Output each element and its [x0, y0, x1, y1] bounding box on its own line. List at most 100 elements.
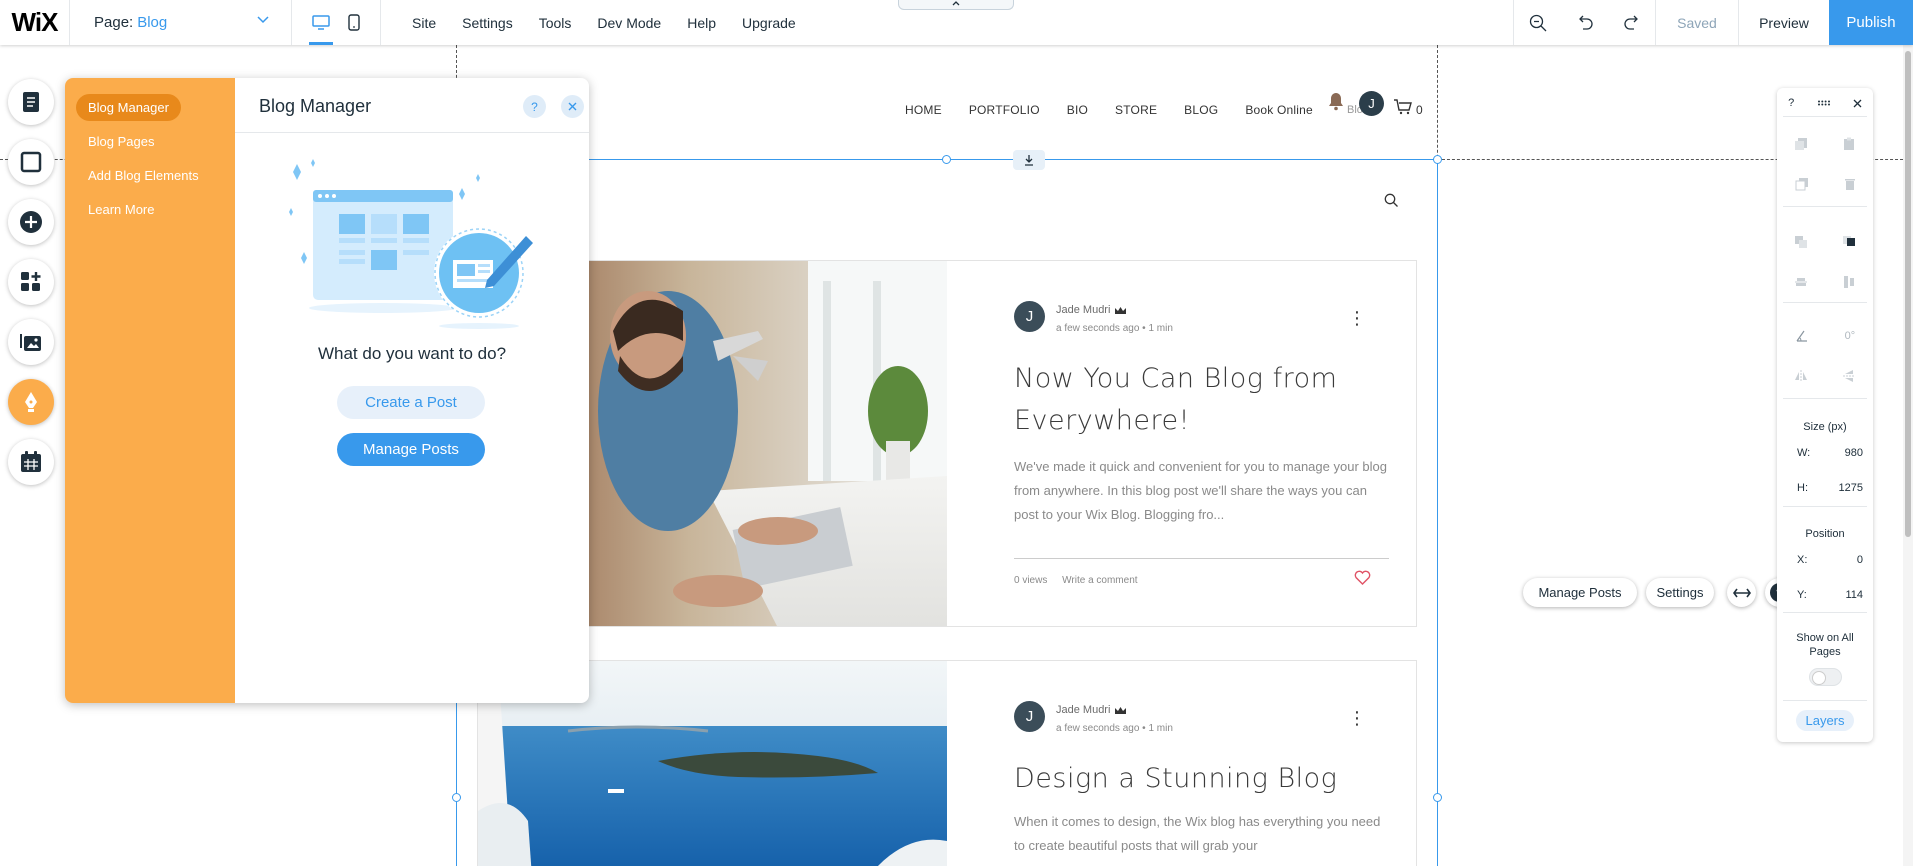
post-excerpt: We've made it quick and convenient for y… [1014, 459, 1387, 522]
width-value[interactable]: 980 [1845, 447, 1863, 459]
y-field[interactable]: Y: 114 [1797, 589, 1863, 601]
copy-icon[interactable] [1794, 137, 1808, 151]
more-options-icon[interactable]: ⋮ [1348, 309, 1366, 327]
add-elements-button[interactable] [8, 199, 54, 245]
redo-button[interactable] [1608, 0, 1655, 45]
height-field[interactable]: H: 1275 [1797, 482, 1863, 494]
pen-nib-icon [25, 392, 37, 412]
delete-icon[interactable] [1844, 177, 1856, 191]
properties-help-button[interactable]: ? [1788, 97, 1794, 109]
align-center-icon[interactable] [1794, 275, 1808, 289]
site-nav-blog[interactable]: BLOG [1184, 103, 1218, 117]
flip-horizontal-icon[interactable] [1794, 369, 1808, 383]
author-avatar[interactable]: J [1014, 301, 1045, 332]
author-avatar[interactable]: J [1014, 701, 1045, 732]
site-nav-portfolio[interactable]: PORTFOLIO [969, 103, 1040, 117]
width-field[interactable]: W: 980 [1797, 447, 1863, 459]
blog-post-card[interactable]: J Jade Mudri a few seconds ago • 1 min ⋮… [477, 660, 1417, 866]
divider [1783, 116, 1867, 117]
blog-nav-blog-manager[interactable]: Blog Manager [76, 94, 181, 121]
menu-item-settings[interactable]: Settings [462, 15, 513, 31]
blog-button[interactable] [8, 379, 54, 425]
blog-nav-add-elements[interactable]: Add Blog Elements [76, 162, 211, 189]
panel-close-button[interactable] [561, 95, 584, 118]
rotation-row: 0° [1777, 328, 1873, 344]
menu-item-tools[interactable]: Tools [539, 15, 572, 31]
mobile-view-icon[interactable] [348, 14, 360, 31]
create-post-button[interactable]: Create a Post [337, 386, 485, 419]
close-icon[interactable] [1853, 99, 1862, 108]
site-nav-store[interactable]: STORE [1115, 103, 1157, 117]
site-navigation: HOME PORTFOLIO BIO STORE BLOG Book Onlin… [905, 103, 1340, 117]
scrollbar-thumb[interactable] [1905, 51, 1911, 537]
publish-button[interactable]: Publish [1829, 0, 1913, 45]
cart-icon[interactable] [1393, 98, 1413, 115]
add-apps-button[interactable] [8, 259, 54, 305]
blog-illustration [289, 159, 533, 329]
search-icon[interactable] [1384, 193, 1399, 208]
layers-button[interactable]: Layers [1796, 710, 1854, 731]
blog-nav-learn-more[interactable]: Learn More [76, 196, 166, 223]
media-button[interactable] [8, 319, 54, 365]
blog-nav-blog-pages[interactable]: Blog Pages [76, 128, 167, 155]
bookings-button[interactable] [8, 439, 54, 485]
post-author[interactable]: Jade Mudri [1056, 304, 1127, 316]
notification-bell-icon[interactable] [1327, 91, 1345, 111]
site-nav-home[interactable]: HOME [905, 103, 942, 117]
resize-handle-top-right[interactable] [1433, 155, 1442, 164]
y-value[interactable]: 114 [1845, 589, 1863, 601]
duplicate-icon[interactable] [1795, 177, 1809, 191]
bring-forward-icon[interactable] [1842, 235, 1856, 249]
x-field[interactable]: X: 0 [1797, 554, 1863, 566]
desktop-view-icon[interactable] [312, 14, 330, 31]
page-selector[interactable]: Page: Blog [70, 0, 292, 45]
menu-item-site[interactable]: Site [412, 15, 436, 31]
wix-logo[interactable]: WiX [0, 0, 70, 45]
resize-handle-right[interactable] [1433, 793, 1442, 802]
rotate-icon [1796, 330, 1807, 342]
menu-item-dev-mode[interactable]: Dev Mode [597, 15, 661, 31]
show-on-all-pages-toggle[interactable] [1809, 668, 1842, 686]
stage-scrollbar[interactable] [1903, 45, 1913, 866]
undo-button[interactable] [1561, 0, 1608, 45]
stretch-toggle-button[interactable] [1013, 150, 1045, 170]
distribute-icon[interactable] [1842, 275, 1856, 289]
stretch-button[interactable] [1727, 578, 1756, 607]
properties-header: ? [1777, 96, 1873, 110]
more-options-icon[interactable]: ⋮ [1348, 709, 1366, 727]
post-title[interactable]: Design a Stunning Blog [1014, 758, 1394, 800]
post-author[interactable]: Jade Mudri [1056, 704, 1127, 716]
x-value[interactable]: 0 [1857, 554, 1863, 566]
paste-icon[interactable] [1842, 137, 1856, 151]
post-stats: 0 views Write a comment [1014, 575, 1138, 586]
menu-item-help[interactable]: Help [687, 15, 716, 31]
site-nav-bio[interactable]: BIO [1067, 103, 1088, 117]
height-value[interactable]: 1275 [1839, 482, 1863, 494]
site-nav-book-online[interactable]: Book Online [1245, 103, 1313, 117]
element-manage-posts-button[interactable]: Manage Posts [1523, 578, 1637, 607]
like-heart-icon[interactable] [1354, 570, 1371, 585]
flip-vertical-icon[interactable] [1842, 369, 1856, 383]
blog-post-card[interactable]: J Jade Mudri a few seconds ago • 1 min ⋮… [477, 260, 1417, 627]
zoom-out-button[interactable] [1514, 0, 1561, 45]
post-title[interactable]: Now You Can Blog from Everywhere! [1014, 358, 1394, 442]
duplicate-row [1777, 176, 1873, 192]
resize-handle-top[interactable] [942, 155, 951, 164]
rotation-value[interactable]: 0° [1845, 330, 1856, 342]
menu-item-upgrade[interactable]: Upgrade [742, 15, 796, 31]
write-comment-link[interactable]: Write a comment [1062, 575, 1137, 586]
panel-help-button[interactable]: ? [523, 95, 546, 118]
resize-handle-left[interactable] [452, 793, 461, 802]
manage-posts-button[interactable]: Manage Posts [337, 433, 485, 466]
divider [1783, 506, 1867, 507]
drag-handle-icon[interactable] [1817, 100, 1831, 106]
wix-editor: WiX Page: Blog Site Settings Tools Dev M… [0, 0, 1913, 866]
member-avatar[interactable]: J [1359, 91, 1384, 116]
send-backward-icon[interactable] [1794, 235, 1808, 249]
divider [1783, 612, 1867, 613]
element-settings-button[interactable]: Settings [1646, 578, 1714, 607]
pages-menu-button[interactable] [8, 79, 54, 125]
collapse-topbar-tab[interactable] [898, 0, 1014, 10]
background-button[interactable] [8, 139, 54, 185]
preview-button[interactable]: Preview [1739, 15, 1829, 31]
